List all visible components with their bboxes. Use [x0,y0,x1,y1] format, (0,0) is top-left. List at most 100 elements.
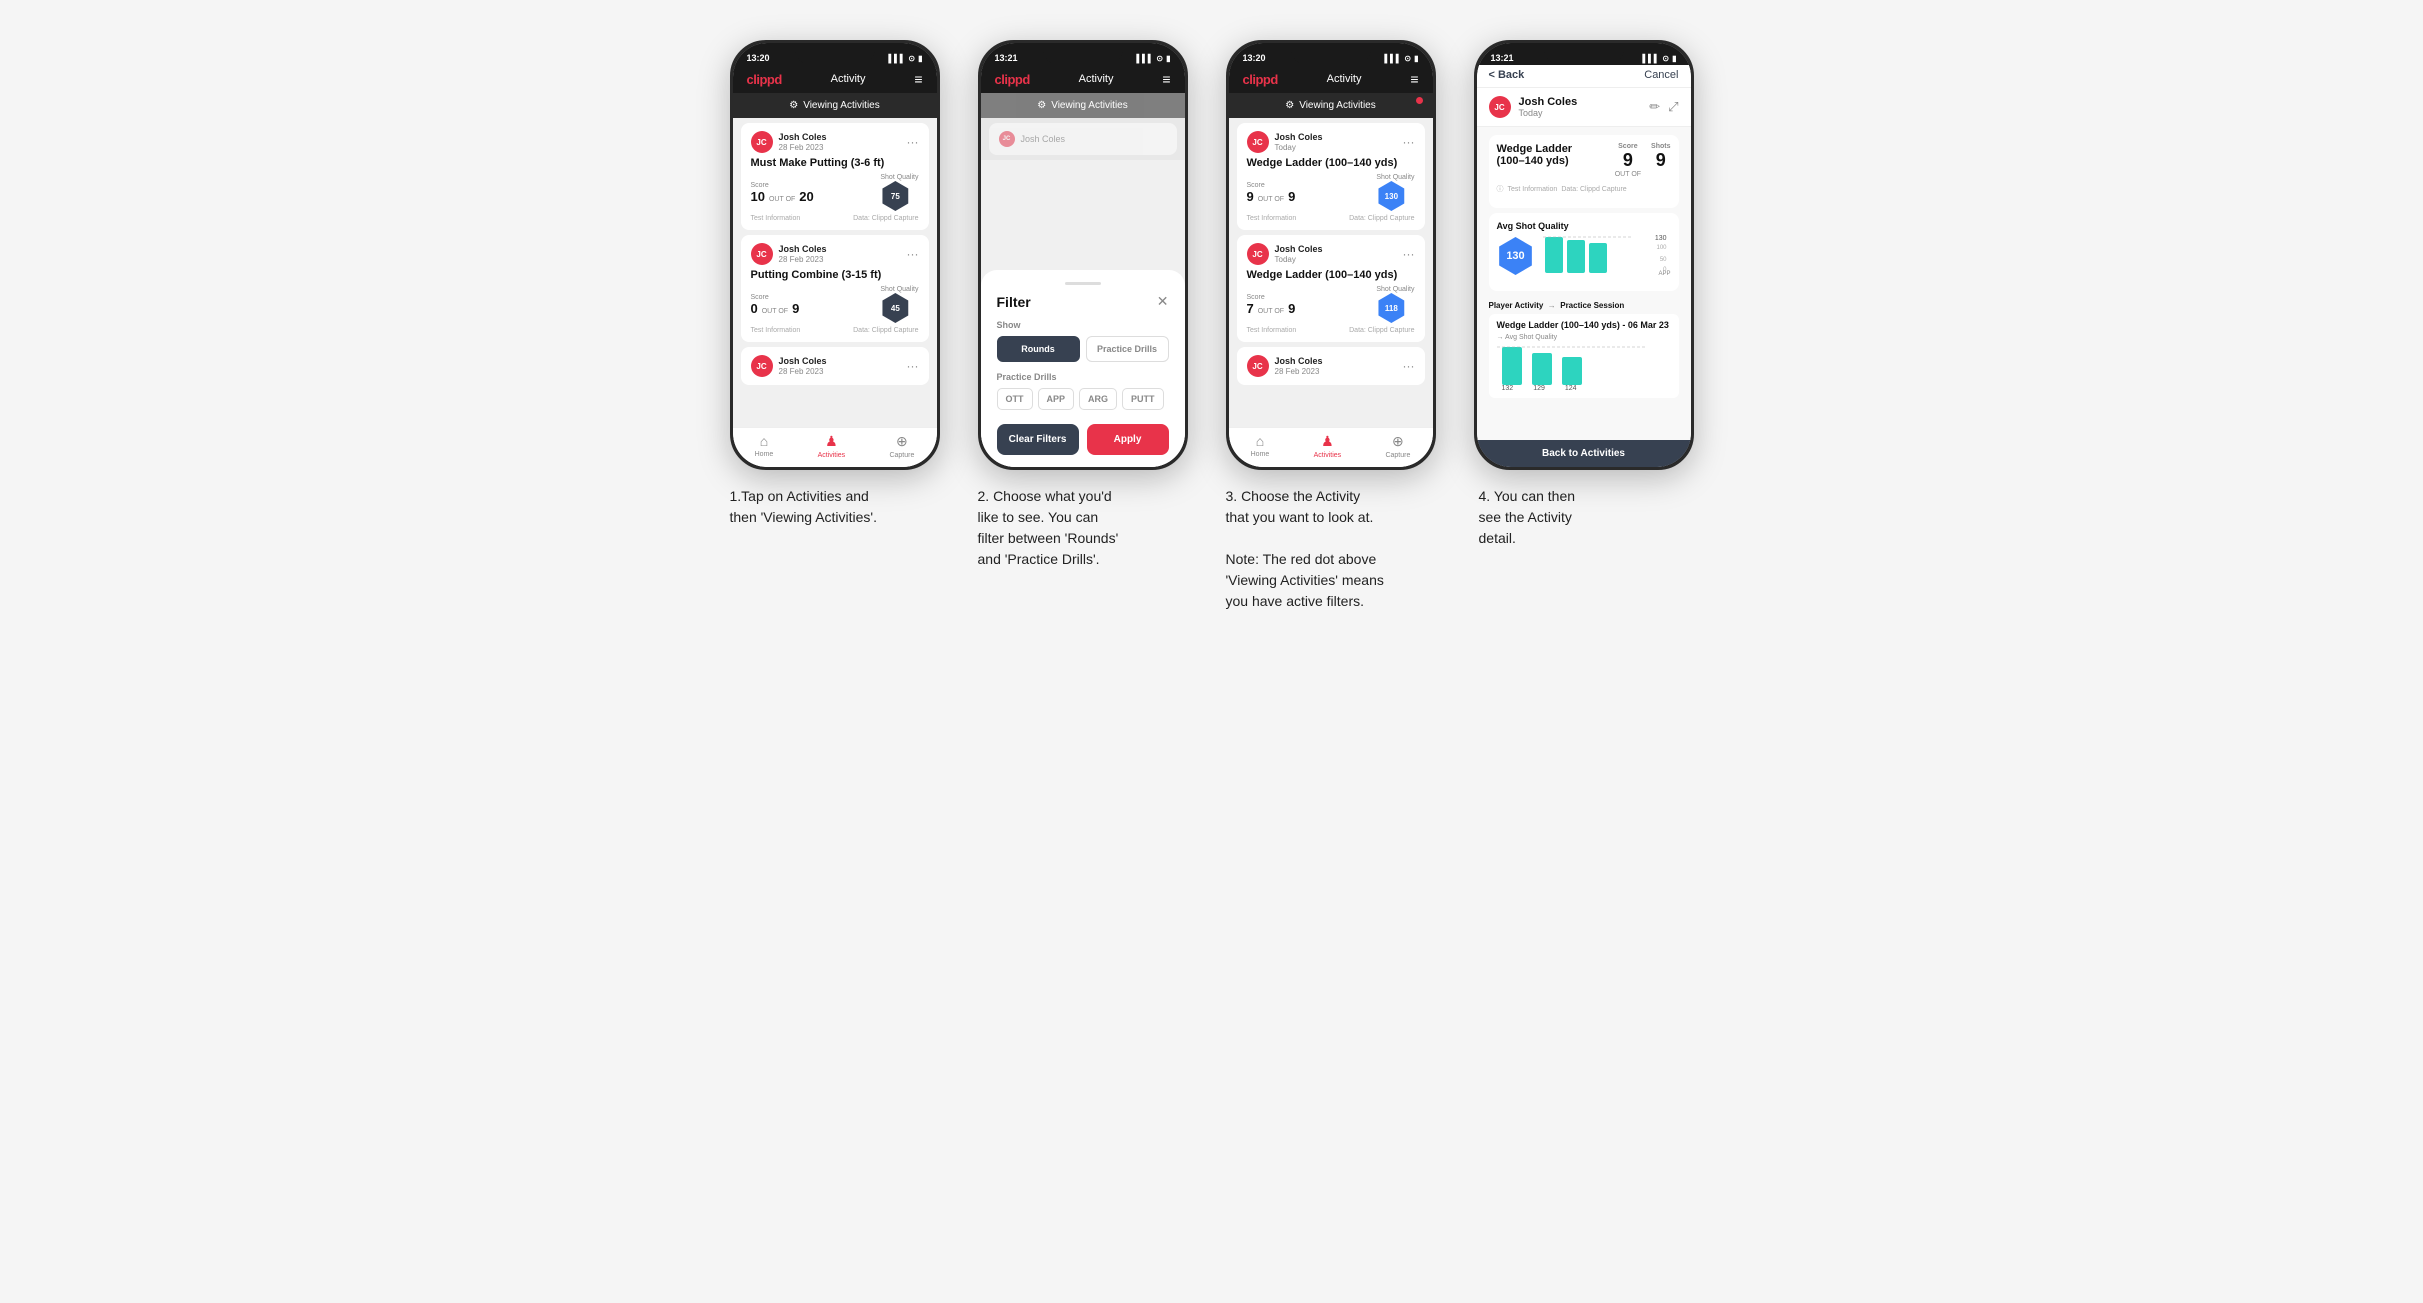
fullscreen-icon-4[interactable]: ⤢ [1668,99,1678,115]
menu-icon-3[interactable]: ≡ [1410,71,1418,87]
info-left-3-1: Test Information [1247,215,1297,222]
card-dots-1-1[interactable]: ··· [907,136,919,148]
tab-home-3[interactable]: ⌂ Home [1251,433,1270,459]
card-dots-1-3[interactable]: ··· [907,360,919,372]
avatar-1-1: JC [751,131,773,153]
drill-putt-2[interactable]: PUTT [1122,388,1164,410]
score-col-4: Score 9 OUT OF [1615,143,1641,178]
viewing-activities-bar-1[interactable]: ⚙ Viewing Activities [733,93,937,118]
tab-capture-3[interactable]: ⊕ Capture [1385,433,1410,459]
phone-col-4: 13:21 ▌▌▌ ⊙ ▮ < Back Cancel JC Josh [1469,40,1699,549]
menu-icon-2[interactable]: ≡ [1162,71,1170,87]
logo-2: clippd [995,72,1030,87]
drill-arg-2[interactable]: ARG [1079,388,1117,410]
status-icons-1: ▌▌▌ ⊙ ▮ [888,54,922,63]
user-date-3-3: 28 Feb 2023 [1275,367,1323,376]
cancel-button-4[interactable]: Cancel [1644,69,1678,81]
detail-user-info-4: JC Josh Coles Today [1489,96,1578,118]
player-activity-label-4: Player Activity → Practice Session [1489,301,1679,310]
clear-filters-button-2[interactable]: Clear Filters [997,424,1079,455]
activity-card-1-3[interactable]: JC Josh Coles 28 Feb 2023 ··· [741,347,929,385]
drill-app-2[interactable]: APP [1038,388,1075,410]
tab-activities-3[interactable]: ♟ Activities [1314,433,1342,459]
blurred-card-2: JC Josh Coles [989,123,1177,155]
activities-icon-1: ♟ [825,433,838,450]
info-left-3-2: Test Information [1247,327,1297,334]
phone-frame-3: 13:20 ▌▌▌ ⊙ ▮ clippd Activity ≡ ⚙ Viewin… [1226,40,1436,470]
status-icons-2: ▌▌▌ ⊙ ▮ [1136,54,1170,63]
viewing-activities-label-3: Viewing Activities [1299,100,1376,111]
user-date-3-1: Today [1275,143,1323,152]
menu-icon-1[interactable]: ≡ [914,71,922,87]
signal-icon-2: ▌▌▌ [1136,54,1153,63]
card-user-info-3-2: JC Josh Coles Today [1247,243,1323,265]
activity-card-1-1[interactable]: JC Josh Coles 28 Feb 2023 ··· Must Make … [741,123,929,230]
tab-capture-1[interactable]: ⊕ Capture [889,433,914,459]
card-dots-3-1[interactable]: ··· [1403,136,1415,148]
detail-info-row-4: ⓘ Test Information Data: Clippd Capture [1497,184,1671,194]
card-dots-3-3[interactable]: ··· [1403,360,1415,372]
outof-1-2: OUT OF [762,308,788,315]
mini-chart-svg-4 [1497,345,1647,385]
phone-notch-4 [1544,43,1624,65]
score-label-4: Score [1618,143,1637,150]
activities-list-1: JC Josh Coles 28 Feb 2023 ··· Must Make … [733,118,937,427]
viewing-activities-bar-3[interactable]: ⚙ Viewing Activities [1229,93,1433,118]
signal-icon-3: ▌▌▌ [1384,54,1401,63]
back-to-activities-button-4[interactable]: Back to Activities [1477,440,1691,467]
activity-card-3-1[interactable]: JC Josh Coles Today ··· Wedge Ladder (10… [1237,123,1425,230]
activity-name-3-2: Wedge Ladder (100–140 yds) [1247,269,1415,281]
practice-session-label-4: Practice Session [1560,301,1624,310]
score-label-3-1: Score [1247,182,1296,189]
user-details-3-2: Josh Coles Today [1275,244,1323,264]
activity-card-1-2[interactable]: JC Josh Coles 28 Feb 2023 ··· Putting Co… [741,235,929,342]
score-group-3-2: Score 7 OUT OF 9 [1247,294,1296,316]
mini-bar-labels-4: 132 129 124 [1497,385,1671,392]
nav-title-1: Activity [831,73,866,85]
card-stats-1-2: Score 0 OUT OF 9 Shot Quality 45 [751,286,919,323]
back-button-4[interactable]: < Back [1489,69,1525,81]
activities-label-3: Activities [1314,452,1342,459]
score-val-4: 9 [1623,150,1633,171]
bottom-tabs-3: ⌂ Home ♟ Activities ⊕ Capture [1229,427,1433,467]
avatar-3-2: JC [1247,243,1269,265]
apply-button-2[interactable]: Apply [1087,424,1169,455]
capture-icon-3: ⊕ [1392,433,1404,450]
hex-large-4: 130 [1497,237,1535,275]
activity-card-3-2[interactable]: JC Josh Coles Today ··· Wedge Ladder (10… [1237,235,1425,342]
home-label-1: Home [755,451,774,458]
user-name-1-2: Josh Coles [779,244,827,255]
sq-label-1-2: Shot Quality [880,286,918,293]
card-dots-3-2[interactable]: ··· [1403,248,1415,260]
edit-icon-4[interactable]: ✏ [1649,99,1660,115]
mini-activity-card-4[interactable]: Wedge Ladder (100–140 yds) - 06 Mar 23 →… [1489,314,1679,398]
title-row-4: Wedge Ladder (100–140 yds) Score 9 OUT O… [1497,143,1671,178]
hexagon-3-1: 130 [1376,181,1406,211]
home-icon-1: ⌂ [760,433,768,449]
bottom-tabs-1: ⌂ Home ♟ Activities ⊕ Capture [733,427,937,467]
activity-card-3-3[interactable]: JC Josh Coles 28 Feb 2023 ··· [1237,347,1425,385]
status-time-4: 13:21 [1491,53,1514,63]
tab-activities-1[interactable]: ♟ Activities [818,433,846,459]
outof-label-4: OUT OF [1615,171,1641,178]
score-value-3-1: 9 [1247,189,1254,204]
card-dots-1-2[interactable]: ··· [907,248,919,260]
player-activity-section-4: Player Activity → Practice Session Wedge… [1489,297,1679,402]
chart-max-label-4: 130 [1655,235,1667,242]
viewing-activities-bar-2[interactable]: ⚙ Viewing Activities [981,93,1185,118]
scores-cols-4: Score 9 OUT OF Shots 9 [1615,143,1671,178]
drill-ott-2[interactable]: OTT [997,388,1033,410]
shots-col-4: Shots 9 [1651,143,1670,171]
wifi-icon-4: ⊙ [1662,54,1669,63]
info-left-1-1: Test Information [751,215,801,222]
score-value-1-2: 0 [751,301,758,316]
close-icon-2[interactable]: ✕ [1157,293,1169,310]
rounds-toggle-2[interactable]: Rounds [997,336,1080,362]
shots-value-1-2: 9 [792,301,799,316]
sq-group-3-1: Shot Quality 130 [1376,174,1414,211]
tab-home-1[interactable]: ⌂ Home [755,433,774,459]
activity-name-3-1: Wedge Ladder (100–140 yds) [1247,157,1415,169]
practice-drills-toggle-2[interactable]: Practice Drills [1086,336,1169,362]
capture-label-3: Capture [1385,452,1410,459]
score-value-1-1: 10 [751,189,765,204]
